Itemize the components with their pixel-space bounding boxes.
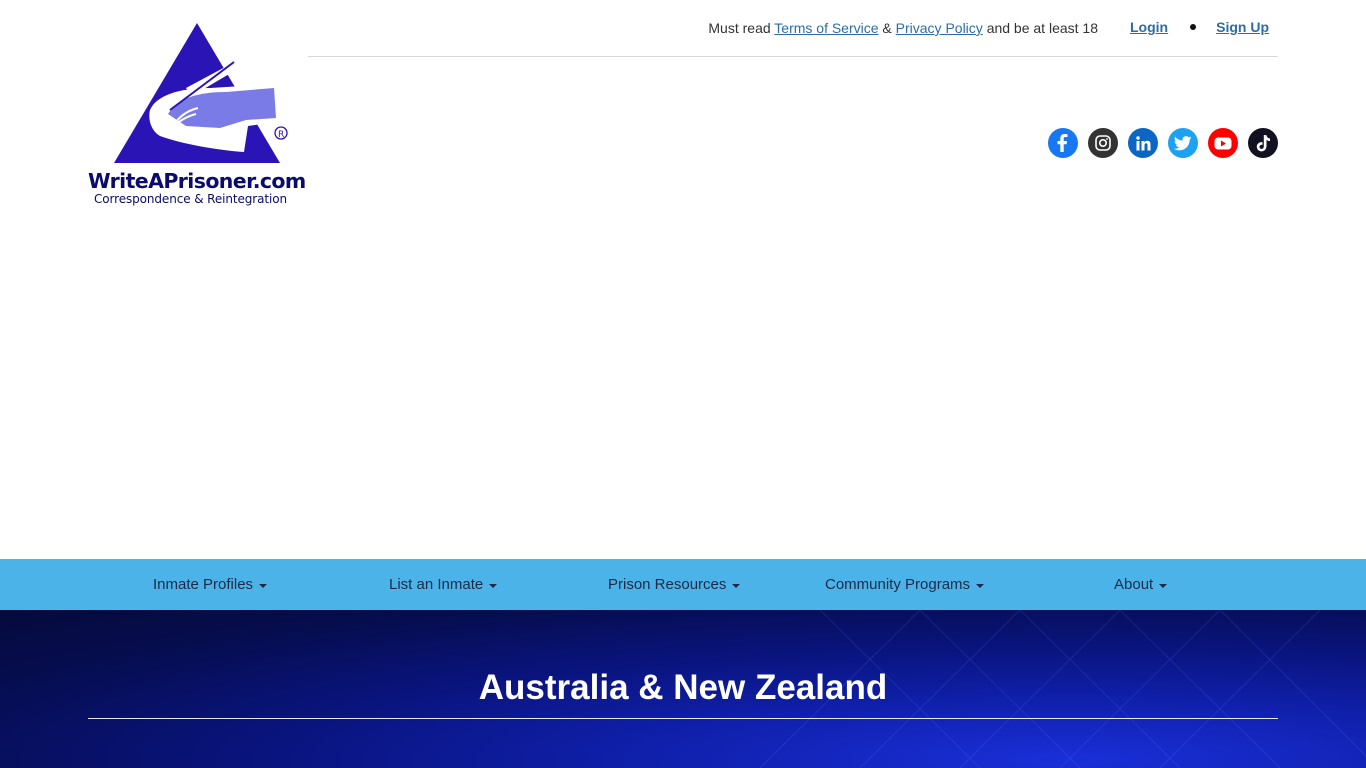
nav-inmate-profiles[interactable]: Inmate Profiles — [153, 559, 268, 610]
auth-links: Login Sign Up — [1130, 19, 1269, 35]
nav-list-an-inmate[interactable]: List an Inmate — [389, 559, 498, 610]
social-links — [1048, 128, 1278, 158]
nav-community-programs[interactable]: Community Programs — [825, 559, 985, 610]
nav-item-label: Prison Resources — [608, 576, 727, 593]
site-logo[interactable]: R WriteAPrisoner.com Correspondence & Re… — [86, 18, 312, 210]
logo-pen-hand-icon: R — [114, 23, 288, 163]
nav-prison-resources[interactable]: Prison Resources — [608, 559, 741, 610]
hero-banner: Australia & New Zealand — [0, 610, 1366, 768]
logo-subtitle: Correspondence & Reintegration — [94, 192, 287, 206]
nav-about[interactable]: About — [1114, 559, 1168, 610]
caret-down-icon — [489, 583, 498, 588]
terms-of-service-link[interactable]: Terms of Service — [774, 20, 878, 36]
youtube-icon[interactable] — [1208, 128, 1238, 158]
top-bar: Must read Terms of Service & Privacy Pol… — [308, 0, 1278, 57]
nav-item-label: List an Inmate — [389, 576, 484, 593]
notice-suffix: and be at least 18 — [986, 20, 1098, 36]
title-divider — [88, 718, 1278, 719]
caret-down-icon — [1159, 583, 1168, 588]
facebook-icon[interactable] — [1048, 128, 1078, 158]
nav-item-label: About — [1114, 576, 1154, 593]
login-link[interactable]: Login — [1130, 19, 1168, 35]
caret-down-icon — [976, 583, 985, 588]
logo-title: WriteAPrisoner.com — [88, 169, 306, 193]
instagram-icon[interactable] — [1088, 128, 1118, 158]
twitter-icon[interactable] — [1168, 128, 1198, 158]
main-nav: Inmate Profiles List an Inmate Prison Re… — [0, 559, 1366, 610]
terms-notice: Must read Terms of Service & Privacy Pol… — [708, 20, 1098, 36]
registered-mark: R — [278, 130, 284, 140]
notice-amp: & — [882, 20, 892, 36]
caret-down-icon — [732, 583, 741, 588]
privacy-policy-link[interactable]: Privacy Policy — [896, 20, 983, 36]
nav-item-label: Inmate Profiles — [153, 576, 254, 593]
separator-dot — [1190, 24, 1197, 30]
page-title: Australia & New Zealand — [478, 668, 888, 707]
linkedin-icon[interactable] — [1128, 128, 1158, 158]
nav-item-label: Community Programs — [825, 576, 971, 593]
signup-link[interactable]: Sign Up — [1216, 19, 1269, 35]
tiktok-icon[interactable] — [1248, 128, 1278, 158]
site-header: R WriteAPrisoner.com Correspondence & Re… — [0, 0, 1366, 559]
notice-prefix: Must read — [708, 20, 771, 36]
caret-down-icon — [259, 583, 268, 588]
